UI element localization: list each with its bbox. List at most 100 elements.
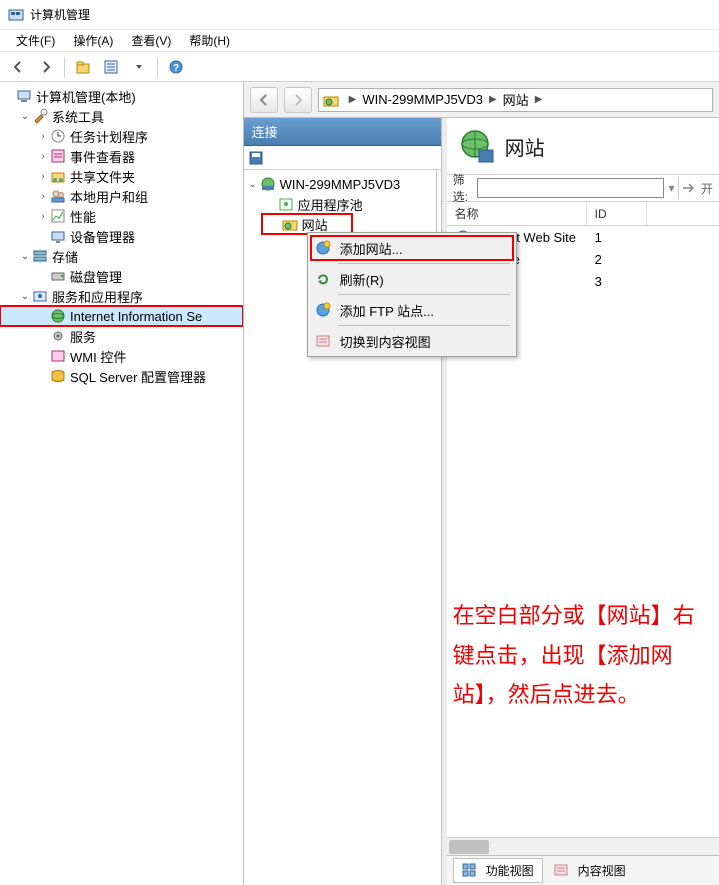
tree-eventviewer[interactable]: › 事件查看器 [0,146,243,166]
toolbar: ? [0,52,719,82]
tree-services[interactable]: › 服务 [0,326,243,346]
menu-action[interactable]: 操作(A) [65,30,121,51]
col-name[interactable]: 名称 [447,202,587,225]
tree-sharedfolders[interactable]: › 共享文件夹 [0,166,243,186]
filter-label: 筛选: [453,171,474,205]
ctx-label: 添加 FTP 站点... [340,301,434,320]
tree-iis[interactable]: › Internet Information Se [0,306,243,326]
breadcrumb-server[interactable]: WIN-299MMPJ5VD3 [362,92,483,107]
chevron-right-icon: ▶ [349,94,357,105]
twisty-expand[interactable]: › [36,131,50,142]
tree-label: 设备管理器 [70,227,135,246]
main-area: ▶ 计算机管理(本地) ⌄ 系统工具 › 任务计划程序 › 事件查看器 › [0,82,719,885]
scrollbar-thumb[interactable] [449,840,489,854]
twisty-expand[interactable]: › [36,171,50,182]
twisty-collapse[interactable]: ⌄ [18,111,32,122]
toolbar-separator [64,57,65,77]
back-button[interactable] [4,55,32,79]
storage-icon [32,248,48,264]
iis-icon [50,308,66,324]
tree-root[interactable]: ▶ 计算机管理(本地) [0,86,243,106]
ctx-add-website[interactable]: 添加网站... [310,235,514,261]
twisty-expand[interactable]: › [36,151,50,162]
tree-label: WMI 控件 [70,347,126,366]
tab-content-view[interactable]: 内容视图 [545,858,635,883]
filter-go-button[interactable] [678,177,697,199]
forward-button[interactable] [32,55,60,79]
tree-services-apps[interactable]: ⌄ 服务和应用程序 [0,286,243,306]
tree-performance[interactable]: › 性能 [0,206,243,226]
connections-toolbar [244,146,441,170]
chevron-right-icon: ▶ [535,94,543,105]
horizontal-scrollbar[interactable] [447,837,719,855]
menubar: 文件(F) 操作(A) 查看(V) 帮助(H) [0,30,719,52]
properties-button[interactable] [97,55,125,79]
save-icon[interactable] [248,150,264,166]
tree-sqlserver[interactable]: › SQL Server 配置管理器 [0,366,243,386]
chevron-right-icon: ▶ [489,94,497,105]
ctx-add-ftp[interactable]: 添加 FTP 站点... [310,297,514,323]
globe-add-icon [314,239,332,257]
iis-connections-tree[interactable]: ⌄ WIN-299MMPJ5VD3 › 应用程序池 网站 [244,170,437,238]
ctx-switch-content[interactable]: 切换到内容视图 [310,328,514,354]
breadcrumb-sites[interactable]: 网站 [503,90,529,109]
mmc-tree[interactable]: ▶ 计算机管理(本地) ⌄ 系统工具 › 任务计划程序 › 事件查看器 › [0,86,243,386]
tree-label: 网站 [302,215,328,234]
address-bar[interactable]: ▶ WIN-299MMPJ5VD3 ▶ 网站 ▶ [318,88,713,112]
iis-tree-sites[interactable]: 网站 [262,214,352,234]
disk-icon [50,268,66,284]
tree-label: 系统工具 [52,107,104,126]
nav-forward-button[interactable] [284,87,312,113]
users-icon [50,188,66,204]
ctx-separator [338,325,510,326]
tree-devicemgr[interactable]: › 设备管理器 [0,226,243,246]
device-icon [50,228,66,244]
ctx-label: 添加网站... [340,239,403,258]
up-button[interactable] [69,55,97,79]
tree-taskscheduler[interactable]: › 任务计划程序 [0,126,243,146]
tools-icon [32,108,48,124]
filter-bar: 筛选: ▾ 开 [447,174,719,202]
twisty-collapse[interactable]: ⌄ [246,179,260,190]
iis-tree-apppools[interactable]: › 应用程序池 [244,194,436,214]
context-menu: 添加网站... 刷新(R) 添加 FTP 站点... [307,232,517,357]
tab-label: 内容视图 [578,862,626,879]
twisty-expand[interactable]: › [36,191,50,202]
ctx-label: 刷新(R) [340,270,384,289]
tree-wmi[interactable]: › WMI 控件 [0,346,243,366]
tree-label: 共享文件夹 [70,167,135,186]
menu-file[interactable]: 文件(F) [8,30,63,51]
twisty-collapse[interactable]: ⌄ [18,291,32,302]
help-button[interactable]: ? [162,55,190,79]
annotation-text: 在空白部分或【网站】右键点击，出现【添加网站】，然后点进去。 [453,596,711,715]
sites-big-icon [459,128,495,164]
tree-label: 本地用户和组 [70,187,148,206]
features-view-icon [462,863,478,879]
tree-label: 任务计划程序 [70,127,148,146]
globe-add-icon [314,301,332,319]
wmi-icon [50,348,66,364]
filter-input[interactable] [477,178,664,198]
tab-features-view[interactable]: 功能视图 [453,858,543,883]
tree-systools[interactable]: ⌄ 系统工具 [0,106,243,126]
nav-back-button[interactable] [250,87,278,113]
menu-help[interactable]: 帮助(H) [181,30,238,51]
services-apps-icon [32,288,48,304]
tree-storage[interactable]: ⌄ 存储 [0,246,243,266]
twisty-expand[interactable]: › [36,211,50,222]
svg-text:?: ? [173,63,179,74]
twisty-collapse[interactable]: ⌄ [18,251,32,262]
tree-label: 应用程序池 [298,195,363,214]
ctx-refresh[interactable]: 刷新(R) [310,266,514,292]
tree-usergroups[interactable]: › 本地用户和组 [0,186,243,206]
nav-strip: ▶ WIN-299MMPJ5VD3 ▶ 网站 ▶ [244,82,719,118]
col-id[interactable]: ID [587,202,647,225]
iis-tree-server[interactable]: ⌄ WIN-299MMPJ5VD3 [244,174,436,194]
dropdown-icon[interactable] [125,55,153,79]
event-icon [50,148,66,164]
menu-view[interactable]: 查看(V) [123,30,179,51]
site-list[interactable]: Default Web Site 1 FtpSite 2 [447,226,719,837]
tree-diskmgr[interactable]: › 磁盘管理 [0,266,243,286]
tree-label: Internet Information Se [70,309,202,324]
tree-label: 服务 [70,327,96,346]
